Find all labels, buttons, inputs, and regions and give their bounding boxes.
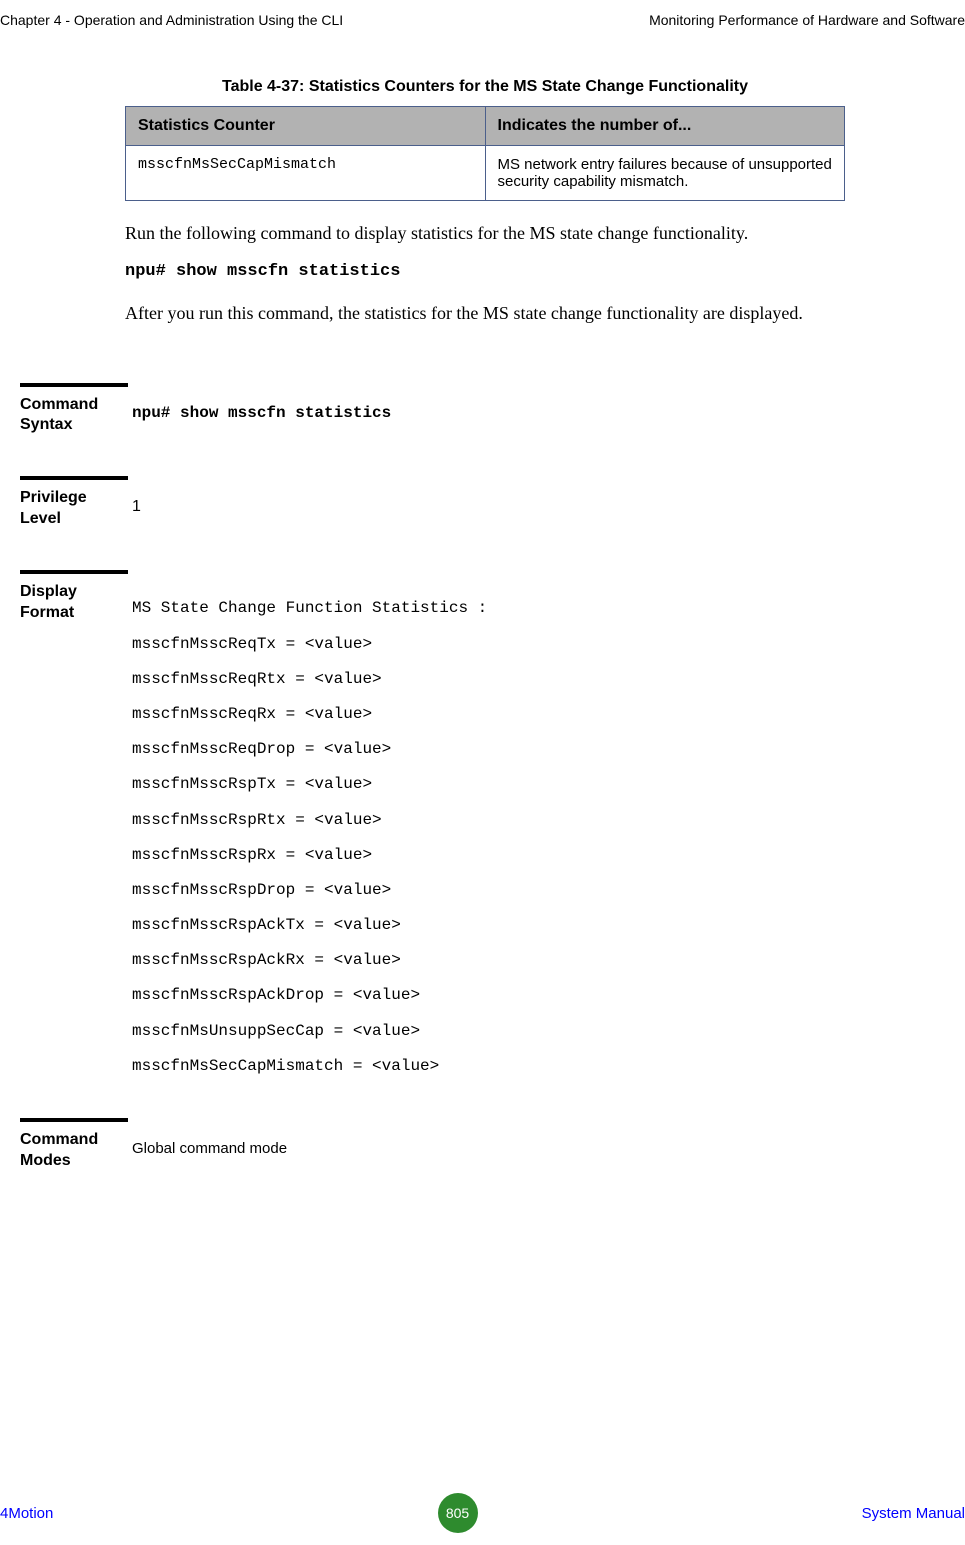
command-modes-label: Command Modes (20, 1130, 128, 1172)
display-format-block: Display Format (20, 570, 128, 636)
display-format-title: MS State Change Function Statistics : (132, 591, 965, 626)
table-cell-counter: msscfnMsSecCapMismatch (126, 146, 486, 201)
stat-line: msscfnMsscReqTx = <value> (132, 627, 965, 662)
stat-line: msscfnMsscRspAckTx = <value> (132, 908, 965, 943)
command-modes-value: Global command mode (132, 1140, 287, 1157)
header-section: Monitoring Performance of Hardware and S… (649, 12, 965, 28)
page-footer: 4Motion 805 System Manual (0, 1493, 965, 1533)
privilege-level-value-wrap: 1 (132, 498, 965, 516)
command-syntax-value-wrap: npu# show msscfn statistics (132, 404, 965, 422)
table-wrapper: Table 4-37: Statistics Counters for the … (125, 78, 845, 201)
command-modes-value-wrap: Global command mode (132, 1140, 965, 1158)
stat-line: msscfnMsscReqDrop = <value> (132, 732, 965, 767)
privilege-level-label: Privilege Level (20, 488, 128, 530)
stat-line: msscfnMsscRspRx = <value> (132, 838, 965, 873)
table-row: msscfnMsSecCapMismatch MS network entry … (126, 146, 845, 201)
command-modes-block: Command Modes (20, 1118, 128, 1184)
stat-line: msscfnMsUnsuppSecCap = <value> (132, 1014, 965, 1049)
command-syntax-value: npu# show msscfn statistics (132, 404, 391, 422)
stat-line: msscfnMsscRspAckDrop = <value> (132, 978, 965, 1013)
privilege-level-value: 1 (132, 498, 141, 515)
table-header-desc: Indicates the number of... (485, 107, 845, 146)
privilege-level-block: Privilege Level (20, 476, 128, 542)
stat-line: msscfnMsscRspDrop = <value> (132, 873, 965, 908)
page-number-badge: 805 (438, 1493, 478, 1533)
stat-line: msscfnMsscRspRtx = <value> (132, 803, 965, 838)
stat-line: msscfnMsscReqRx = <value> (132, 697, 965, 732)
page-content: Table 4-37: Statistics Counters for the … (0, 78, 965, 1202)
footer-manual: System Manual (862, 1505, 965, 1522)
table-caption: Table 4-37: Statistics Counters for the … (125, 78, 845, 96)
page-header: Chapter 4 - Operation and Administration… (0, 0, 965, 38)
footer-product: 4Motion (0, 1505, 53, 1522)
stat-line: msscfnMsscReqRtx = <value> (132, 662, 965, 697)
paragraph-after-run: After you run this command, the statisti… (125, 299, 885, 328)
header-chapter: Chapter 4 - Operation and Administration… (0, 12, 343, 28)
command-syntax-block: Command Syntax (20, 383, 128, 449)
table-header-counter: Statistics Counter (126, 107, 486, 146)
inline-command: npu# show msscfn statistics (125, 262, 945, 281)
stat-line: msscfnMsscRspTx = <value> (132, 767, 965, 802)
paragraph-run-command: Run the following command to display sta… (125, 219, 885, 248)
stat-line: msscfnMsscRspAckRx = <value> (132, 943, 965, 978)
display-format-content: MS State Change Function Statistics : ms… (132, 591, 965, 1084)
display-format-label: Display Format (20, 582, 128, 624)
stats-table: Statistics Counter Indicates the number … (125, 106, 845, 201)
stat-line: msscfnMsSecCapMismatch = <value> (132, 1049, 965, 1084)
table-cell-desc: MS network entry failures because of uns… (485, 146, 845, 201)
command-syntax-label: Command Syntax (20, 395, 128, 437)
table-header-row: Statistics Counter Indicates the number … (126, 107, 845, 146)
